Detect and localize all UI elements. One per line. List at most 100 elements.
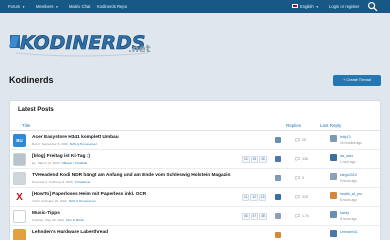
page-link[interactable]: 16 — [259, 156, 267, 163]
thread-title[interactable]: TVHeadend Kodi NDR hängt am Anfang und a… — [32, 173, 230, 178]
reply-count: 20 — [295, 138, 306, 143]
reply-count-value: 20 — [302, 138, 306, 142]
thread-row[interactable]: Music-Tipps Frachan May 28, 2012 Film & Mus… — [10, 208, 380, 226]
language-selector[interactable]: English ▼ — [292, 3, 319, 10]
latest-posts-block: Latest Posts Title Replies Last Reply BU… — [9, 100, 381, 240]
thread-date: September 8, 2020 — [41, 141, 68, 146]
thread-meta: jim March 14, 2023 Offtopic / Smalltalk — [32, 161, 87, 165]
last-reply-time: 5 hours ago — [340, 179, 357, 183]
thread-title[interactable]: Music-Tipps — [32, 211, 60, 216]
last-reply-time: 16 minutes ago — [340, 141, 362, 145]
caret-down-icon: ▼ — [55, 5, 59, 9]
last-reply-avatar[interactable] — [330, 154, 337, 161]
nav-members[interactable]: Members ▼ — [36, 3, 58, 10]
thread-author[interactable]: Buzzi — [32, 142, 40, 146]
thread-forum[interactable]: Offtopic / Smalltalk — [61, 161, 87, 165]
site-logo[interactable]: KODINERDS .net — [8, 23, 158, 59]
nav-matrix-chat[interactable]: Matrix Chat — [69, 3, 90, 10]
thread-meta: Buzzi September 8, 2020 NAS & Homeserver — [32, 142, 97, 146]
thread-pagination: 14 15 16 — [242, 156, 268, 163]
thread-row[interactable]: TVHeadend Kodi NDR hängt am Anfang und a… — [10, 170, 380, 188]
avatar[interactable]: X — [13, 191, 26, 204]
thread-title[interactable]: [HowTo] Paperloses Heim mit Paperless in… — [32, 192, 146, 197]
thread-row[interactable]: BU Acer Easystore H341 komplett Umbau Buzz… — [10, 132, 380, 150]
nav-forum-label: Forum — [8, 4, 21, 9]
thread-row[interactable]: [blog] Freitag ist Ki-Tag :) jim March 14,… — [10, 151, 380, 169]
avatar[interactable] — [13, 210, 26, 223]
thread-author[interactable]: jim — [32, 161, 36, 165]
last-reply-user[interactable]: hardy — [340, 211, 349, 215]
page-link[interactable]: 12 — [250, 194, 258, 201]
thread-row[interactable]: Lehnden's Hardware Laberthread Lehnden11 — [10, 227, 380, 240]
reply-count: 3 — [295, 176, 304, 181]
reply-count-value: 436 — [302, 157, 308, 161]
participant-avatar[interactable] — [275, 232, 281, 238]
page-link[interactable]: 48 — [259, 213, 267, 220]
thread-pagination: 46 47 48 — [242, 213, 268, 220]
site-header: KODINERDS .net — [0, 13, 390, 67]
thread-title[interactable]: Acer Easystore H341 komplett Umbau — [32, 135, 119, 140]
thread-forum[interactable]: Tvheadend — [75, 180, 90, 184]
thread-forum[interactable]: NAS & Homeserver — [69, 199, 96, 203]
column-last-reply[interactable]: Last Reply — [320, 123, 341, 128]
last-reply-user[interactable]: da_user — [340, 154, 353, 158]
thread-forum[interactable]: NAS & Homeserver — [70, 142, 97, 146]
last-reply-time: 1 hour ago — [340, 160, 356, 164]
avatar[interactable] — [13, 153, 26, 166]
language-label: English — [300, 4, 314, 9]
latest-posts-title: Latest Posts — [18, 107, 54, 113]
last-reply-user[interactable]: Lehnden11 — [340, 230, 358, 234]
comment-icon — [295, 176, 300, 181]
page-link[interactable]: 13 — [258, 194, 267, 201]
participant-avatar[interactable] — [275, 137, 281, 143]
participant-avatar[interactable] — [275, 156, 281, 162]
avatar[interactable]: BU — [13, 134, 26, 147]
thread-meta: Norpost1.0 February 8, 2025 Tvheadend — [32, 180, 90, 184]
column-replies[interactable]: Replies — [286, 123, 301, 128]
last-reply-avatar[interactable] — [330, 192, 337, 199]
last-reply-user[interactable]: health_at_pro — [340, 192, 362, 196]
thread-author[interactable]: Norpost1.0 — [32, 180, 47, 184]
last-reply-user[interactable]: stego2024 — [340, 173, 357, 177]
reply-count: 1.7k — [295, 214, 309, 219]
last-reply-avatar[interactable] — [330, 135, 337, 142]
thread-title[interactable]: [blog] Freitag ist Ki-Tag :) — [32, 154, 90, 159]
thread-title[interactable]: Lehnden's Hardware Laberthread — [32, 230, 108, 235]
create-thread-button[interactable]: + Create Thread — [333, 75, 381, 86]
reply-count-value: 1.7k — [302, 214, 309, 218]
page-link[interactable]: 14 — [242, 156, 250, 163]
participant-avatar[interactable] — [275, 175, 281, 181]
top-navigation: Forum ▼ Members ▼ Matrix Chat Kodinerds Re… — [0, 0, 390, 13]
last-reply-time: 6 hours ago — [340, 198, 357, 202]
last-reply-user[interactable]: bitty13 — [340, 135, 351, 139]
avatar[interactable] — [13, 172, 26, 185]
thread-row[interactable]: X [HowTo] Paperloses Heim mit Paperless i… — [10, 189, 380, 207]
search-icon[interactable] — [367, 1, 378, 12]
last-reply-avatar[interactable] — [330, 230, 337, 237]
nav-members-label: Members — [36, 4, 54, 9]
thread-author[interactable]: Frachan — [32, 218, 43, 222]
reply-count-value: 325 — [302, 195, 308, 199]
participant-avatar[interactable] — [275, 213, 281, 219]
nav-forum[interactable]: Forum ▼ — [8, 3, 25, 10]
last-reply-time: 8 hours ago — [340, 217, 357, 221]
logo-text: KODINERDS — [20, 32, 145, 54]
nav-kodinerds-repo[interactable]: Kodinerds Repo — [97, 3, 127, 10]
last-reply-avatar[interactable] — [330, 173, 337, 180]
caret-down-icon: ▼ — [22, 5, 26, 9]
column-title[interactable]: Title — [22, 123, 30, 128]
thread-meta: Frachan May 28, 2012 Film & Musik — [32, 218, 84, 222]
thread-forum[interactable]: Film & Musik — [66, 218, 84, 222]
login-link[interactable]: Login or register — [329, 3, 359, 10]
participant-avatar[interactable] — [275, 194, 281, 200]
page-link[interactable]: 11 — [242, 194, 250, 201]
page-link[interactable]: 15 — [250, 156, 259, 163]
thread-pagination: 11 12 13 — [242, 194, 267, 201]
thread-date: February 22, 2022 — [41, 198, 67, 203]
page-link[interactable]: 47 — [250, 213, 259, 220]
avatar[interactable] — [13, 229, 26, 240]
page-link[interactable]: 46 — [242, 213, 250, 220]
comment-icon — [295, 195, 300, 200]
thread-author[interactable]: Yoshi — [32, 199, 39, 203]
last-reply-avatar[interactable] — [330, 211, 337, 218]
